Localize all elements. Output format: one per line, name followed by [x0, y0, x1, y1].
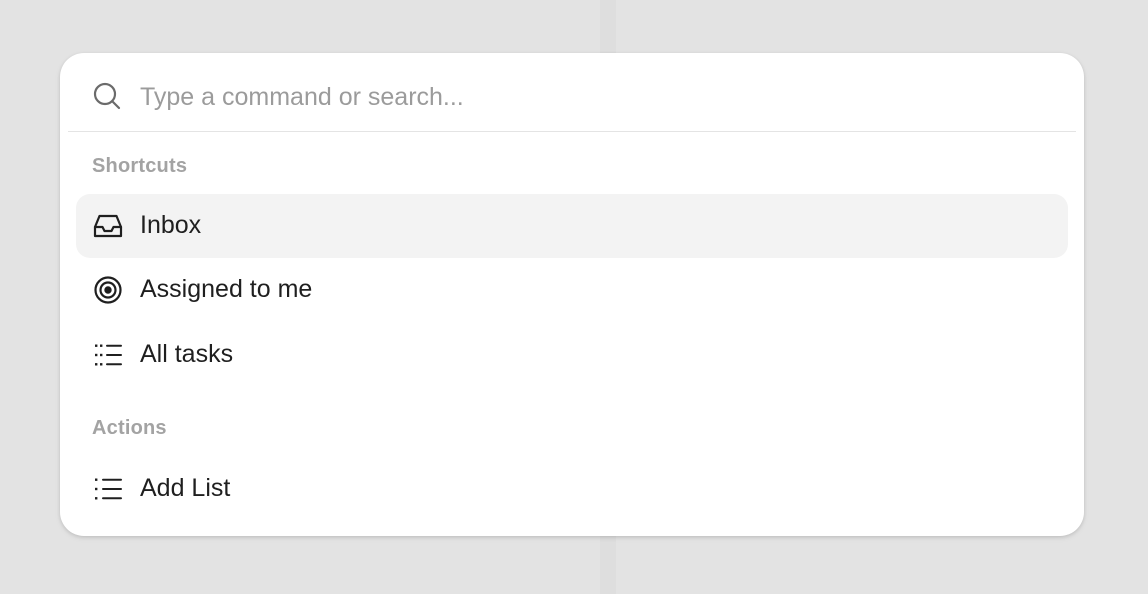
search-input[interactable]: [140, 77, 1040, 117]
search-icon: [93, 82, 121, 110]
group-label-actions: Actions: [92, 417, 167, 439]
command-palette: Shortcuts Inbox Assigned to me All tasks: [60, 53, 1084, 536]
target-icon: [94, 276, 122, 304]
menu-item-label: Inbox: [140, 211, 202, 239]
menu-item-add-list[interactable]: Add List: [76, 457, 1068, 521]
menu-item-inbox[interactable]: Inbox: [76, 194, 1068, 258]
list-icon: [95, 478, 122, 500]
menu-item-label: Assigned to me: [140, 275, 313, 303]
menu-item-all-tasks[interactable]: All tasks: [76, 323, 1068, 387]
menu-item-assigned-to-me[interactable]: Assigned to me: [76, 258, 1068, 322]
dotted-list-icon: [95, 344, 122, 366]
search-bar: [68, 53, 1076, 132]
menu-item-label: Add List: [140, 474, 231, 502]
menu-item-label: All tasks: [140, 340, 234, 368]
inbox-icon: [93, 214, 123, 238]
group-label-shortcuts: Shortcuts: [92, 155, 188, 177]
